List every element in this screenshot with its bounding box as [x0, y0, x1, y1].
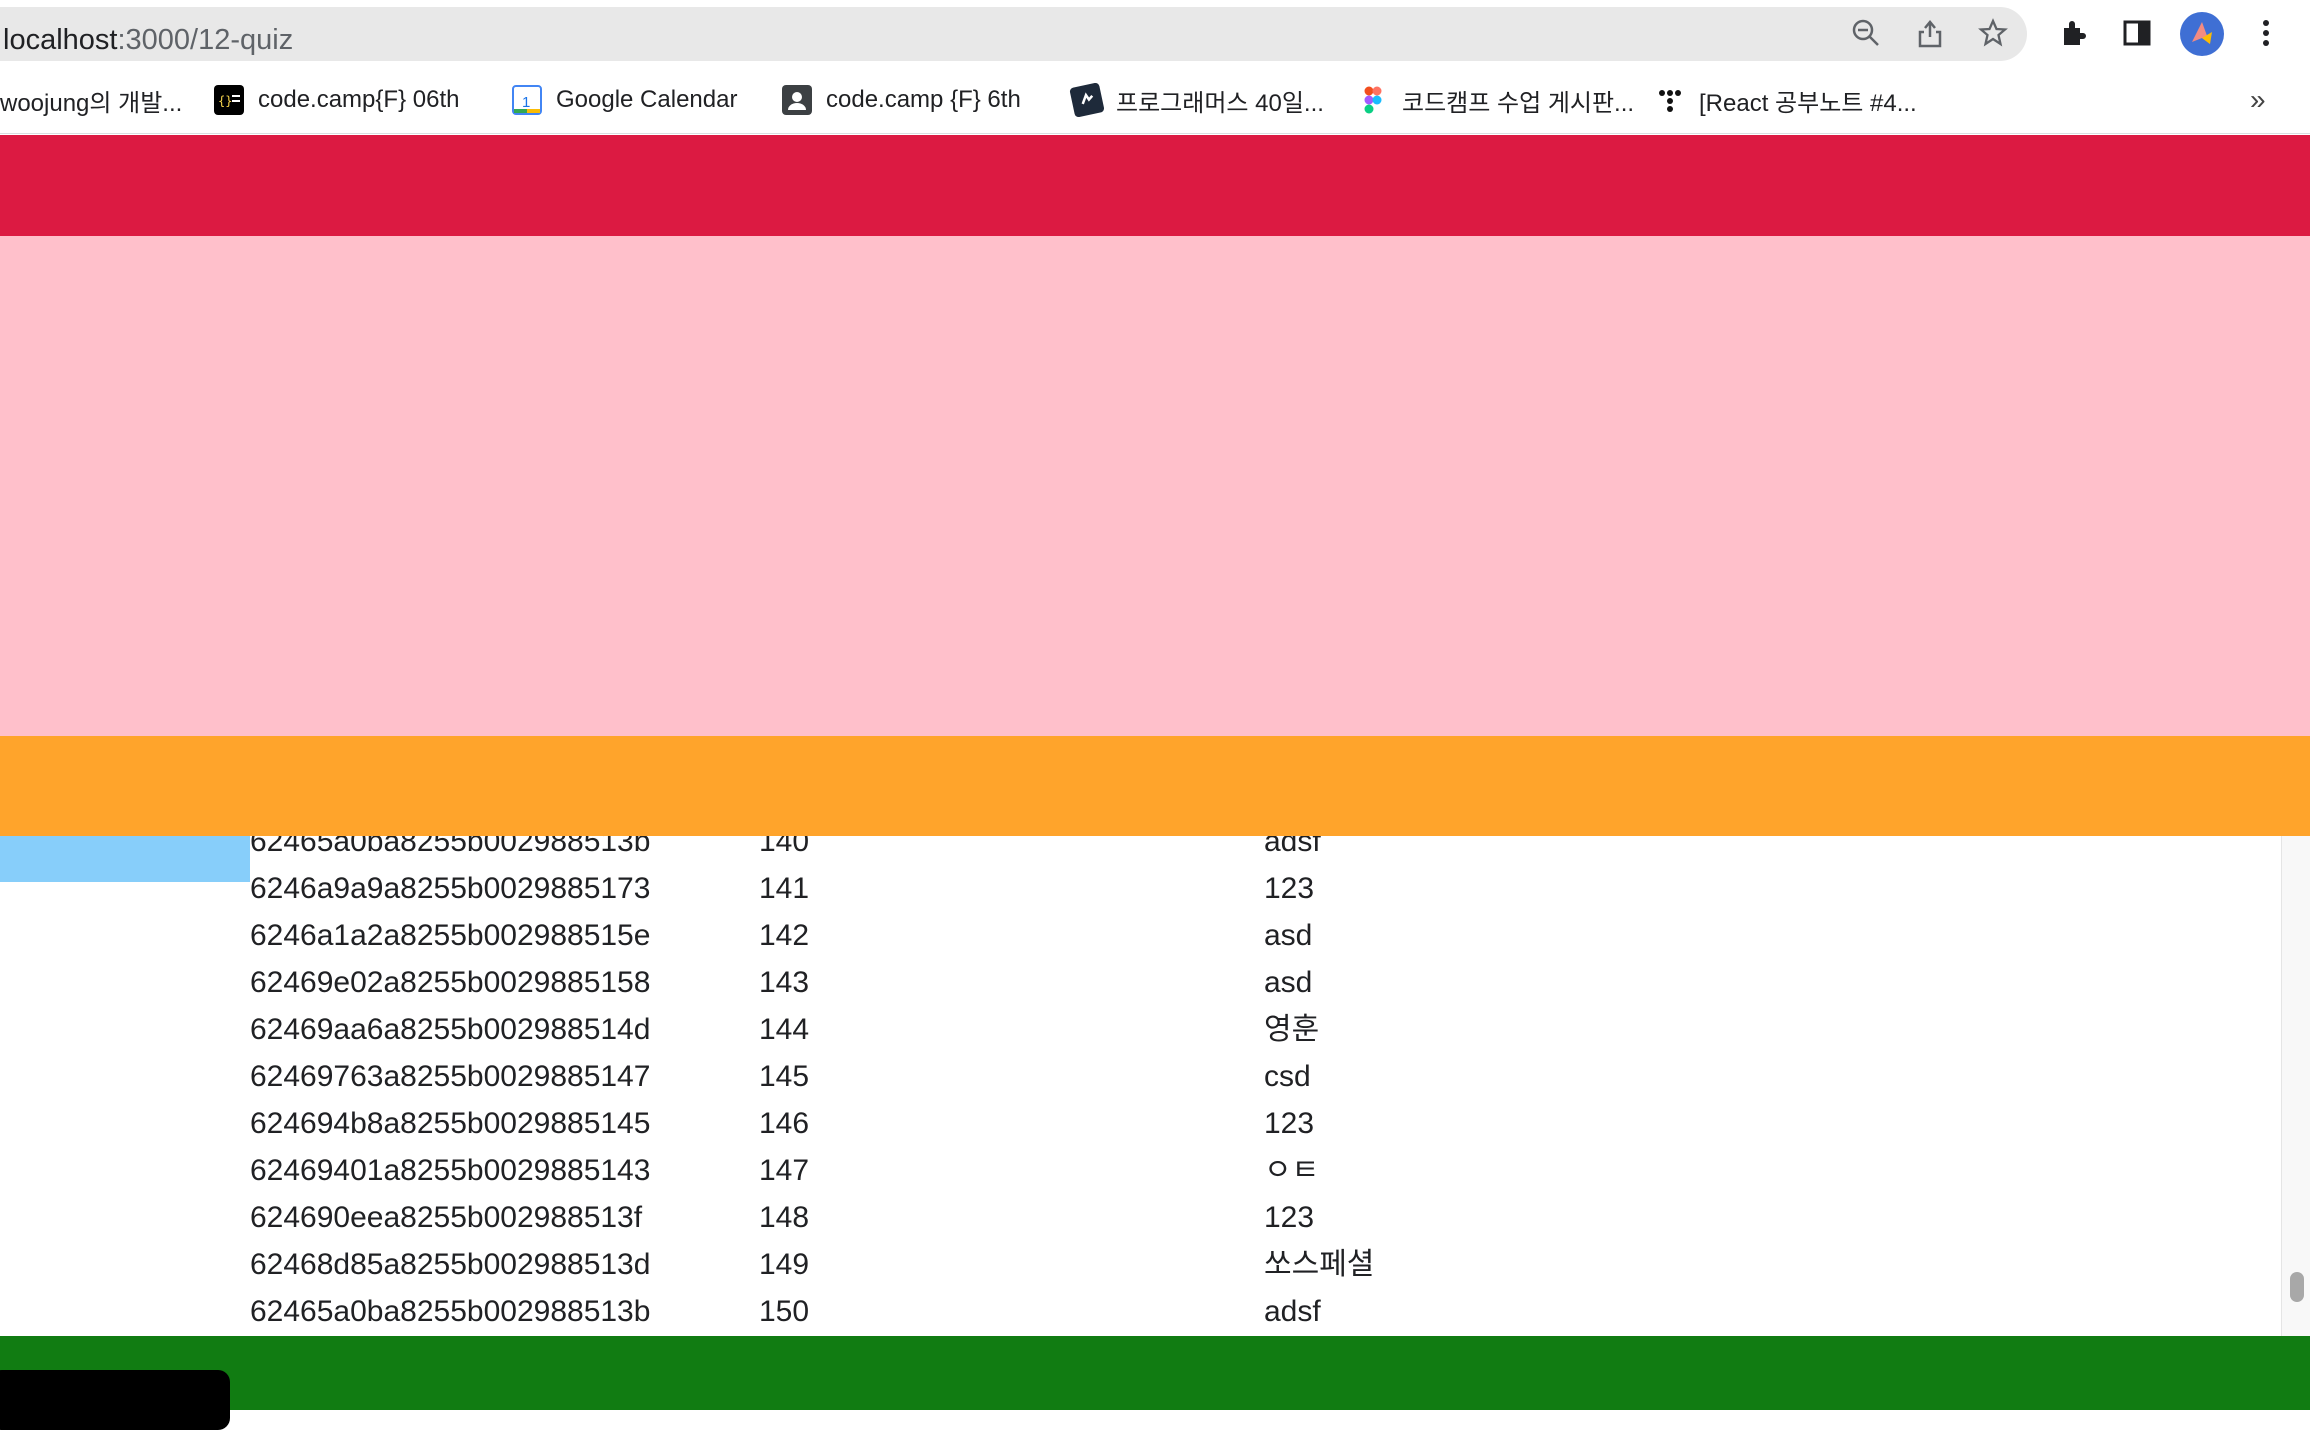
profile-avatar[interactable] — [2180, 12, 2224, 56]
table-row[interactable]: 6246a9a9a8255b0029885173 141 123 — [0, 865, 2280, 912]
bookmark-label: 코드캠프 수업 게시판... — [1402, 89, 1635, 117]
zoom-out-icon[interactable] — [1846, 13, 1886, 53]
row-number: 143 — [759, 966, 810, 999]
row-title: adsf — [1264, 1295, 1321, 1328]
table-row[interactable]: 624690eea8255b002988513f 148 123 — [0, 1194, 2280, 1241]
row-title: 123 — [1264, 1107, 1315, 1140]
banner-band — [0, 236, 2310, 736]
row-number: 144 — [759, 1013, 810, 1046]
floating-black-tab — [0, 1370, 230, 1430]
table-row[interactable]: 62469aa6a8255b002988514d 144 영훈 — [0, 1006, 2280, 1053]
url-text[interactable]: localhost:3000/12-quiz — [3, 20, 293, 60]
row-id: 62469aa6a8255b002988514d — [250, 1013, 651, 1046]
row-number: 147 — [759, 1154, 810, 1187]
row-number: 148 — [759, 1201, 810, 1234]
row-number: 141 — [759, 872, 810, 905]
bookmark-3[interactable]: code.camp {F} 6th — [782, 80, 1021, 120]
row-number: 149 — [759, 1248, 810, 1281]
table-row[interactable]: 62469401a8255b0029885143 147 ㅇㅌ — [0, 1147, 2280, 1194]
table-row[interactable]: 624694b8a8255b0029885145 146 123 — [0, 1100, 2280, 1147]
row-title: 쏘스페셜 — [1264, 1248, 1375, 1281]
kebab-menu-icon[interactable] — [2246, 13, 2286, 53]
side-panel-icon[interactable] — [2117, 13, 2157, 53]
extensions-icon[interactable] — [2053, 13, 2093, 53]
bookmark-4[interactable]: 프로그래머스 40일... — [1069, 80, 1324, 120]
row-number: 150 — [759, 1295, 810, 1328]
star-icon[interactable] — [1973, 13, 2013, 53]
row-number: 145 — [759, 1060, 810, 1093]
figma-icon — [1358, 85, 1388, 115]
row-id: 62468d85a8255b002988513d — [250, 1248, 651, 1281]
row-title: csd — [1264, 1060, 1311, 1093]
bookmark-1[interactable]: {} code.camp{F} 06th — [214, 80, 459, 120]
row-id: 62465a0ba8255b002988513b — [250, 1295, 651, 1328]
row-title: 123 — [1264, 872, 1315, 905]
row-title: 영훈 — [1264, 1013, 1320, 1046]
share-icon[interactable] — [1910, 13, 1950, 53]
browser-toolbar: localhost:3000/12-quiz — [0, 0, 2310, 66]
bookmark-label: woojung의 개발... — [0, 89, 183, 117]
row-id: 624694b8a8255b0029885145 — [250, 1107, 651, 1140]
row-title: adsf — [1264, 836, 1321, 858]
row-id: 62469763a8255b0029885147 — [250, 1060, 651, 1093]
calendar-icon: 1 — [512, 85, 542, 115]
row-id: 6246a1a2a8255b002988515e — [250, 919, 651, 952]
header-band — [0, 135, 2310, 236]
bookmark-2[interactable]: 1 Google Calendar — [512, 80, 737, 120]
bookmark-label: code.camp {F} 6th — [826, 86, 1021, 113]
board-list: 62465a0ba8255b002988513b 140 adsf 6246a9a9a… — [0, 836, 2280, 1336]
scrollbar[interactable] — [2281, 836, 2310, 1336]
row-title: asd — [1264, 919, 1313, 952]
row-title: 123 — [1264, 1201, 1315, 1234]
row-id: 62465a0ba8255b002988513b — [250, 836, 651, 858]
classroom-icon — [782, 85, 812, 115]
scrollbar-thumb[interactable] — [2290, 1272, 2304, 1302]
table-row[interactable]: 62469e02a8255b0029885158 143 asd — [0, 959, 2280, 1006]
bookmark-0[interactable]: woojung의 개발... — [0, 80, 182, 120]
row-number: 140 — [759, 836, 810, 858]
svg-text:1: 1 — [522, 94, 530, 111]
row-id: 6246a9a9a8255b0029885173 — [250, 872, 651, 905]
programmers-icon — [1069, 82, 1105, 118]
bookmark-label: Google Calendar — [556, 86, 738, 113]
bookmark-5[interactable]: 코드캠프 수업 게시판... — [1358, 80, 1634, 120]
bookmarks-bar: woojung의 개발... {} code.camp{F} 06th 1 Go… — [0, 66, 2310, 134]
table-row[interactable]: 6246a1a2a8255b002988515e 142 asd — [0, 912, 2280, 959]
bookmark-label: code.camp{F} 06th — [258, 86, 460, 113]
footer-band — [0, 1336, 2310, 1410]
table-row[interactable]: 62469763a8255b0029885147 145 csd — [0, 1053, 2280, 1100]
codecamp-icon: {} — [214, 85, 244, 115]
bookmark-label: 프로그래머스 40일... — [1116, 89, 1324, 117]
address-bar[interactable]: localhost:3000/12-quiz — [0, 7, 2027, 61]
dots-icon — [1655, 85, 1685, 115]
row-id: 62469401a8255b0029885143 — [250, 1154, 651, 1187]
table-row[interactable]: 62465a0ba8255b002988513b 150 adsf — [0, 1288, 2280, 1335]
bookmarks-overflow-icon[interactable]: » — [2250, 84, 2266, 116]
bookmark-6[interactable]: [React 공부노트 #4... — [1655, 80, 1917, 120]
bookmark-label: [React 공부노트 #4... — [1699, 89, 1917, 117]
svg-text:{}: {} — [218, 94, 232, 108]
row-number: 146 — [759, 1107, 810, 1140]
navigation-band — [0, 736, 2310, 836]
row-id: 624690eea8255b002988513f — [250, 1201, 643, 1234]
row-number: 142 — [759, 919, 810, 952]
row-title: ㅇㅌ — [1264, 1154, 1320, 1187]
url-path: :3000/12-quiz — [117, 24, 294, 56]
url-host: localhost — [3, 24, 118, 56]
row-title: asd — [1264, 966, 1313, 999]
table-row[interactable]: 62468d85a8255b002988513d 149 쏘스페셜 — [0, 1241, 2280, 1288]
row-id: 62469e02a8255b0029885158 — [250, 966, 651, 999]
table-row[interactable]: 62465a0ba8255b002988513b 140 adsf — [0, 836, 2280, 865]
